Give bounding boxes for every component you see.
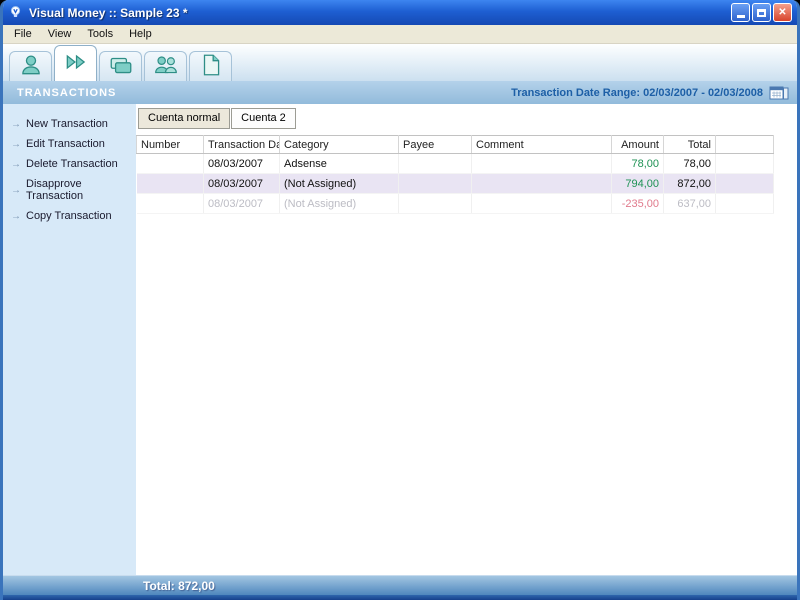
window-controls: ✕ bbox=[731, 3, 792, 22]
toolbar-reports-button[interactable] bbox=[189, 51, 232, 81]
sidebar-item-label: Disapprove Transaction bbox=[26, 178, 84, 202]
menu-file[interactable]: File bbox=[6, 26, 40, 42]
sidebar-item-label: Copy Transaction bbox=[26, 210, 112, 222]
cell-category: (Not Assigned) bbox=[279, 193, 399, 214]
cell-comment bbox=[471, 153, 612, 174]
tab-cuenta-normal[interactable]: Cuenta normal bbox=[138, 108, 231, 129]
title-bar: Visual Money :: Sample 23 * ✕ bbox=[3, 0, 797, 25]
column-header-transaction-date[interactable]: Transaction Date bbox=[203, 135, 280, 154]
transactions-table: NumberTransaction DateCategoryPayeeComme… bbox=[136, 135, 774, 214]
cell-category: (Not Assigned) bbox=[279, 173, 399, 194]
app-window: Visual Money :: Sample 23 * ✕ File View To… bbox=[0, 0, 800, 600]
main-panel: Cuenta normal Cuenta 2 Number Transaction … bbox=[136, 104, 797, 575]
column-header-empty bbox=[715, 135, 774, 154]
arrow-bullet-icon: → bbox=[11, 158, 21, 170]
person-icon bbox=[18, 52, 44, 81]
cell-amount: 78,00 bbox=[611, 153, 664, 174]
sidebar-item-copy-transaction[interactable]: → Copy Transaction bbox=[3, 206, 136, 226]
menu-bar: File View Tools Help bbox=[3, 25, 797, 44]
arrow-bullet-icon: → bbox=[11, 118, 21, 130]
cell-total: 872,00 bbox=[663, 173, 716, 194]
section-header: TRANSACTIONS Transaction Date Range: 02/… bbox=[3, 81, 797, 104]
cell-number bbox=[136, 193, 204, 214]
transaction-row[interactable]: 08/03/2007 (Not Assigned) 794,00 872,00 bbox=[136, 173, 774, 194]
cell-total: 637,00 bbox=[663, 193, 716, 214]
transaction-row[interactable]: 08/03/2007 (Not Assigned) -235,00 637,00 bbox=[136, 193, 774, 214]
arrow-bullet-icon: → bbox=[11, 138, 21, 150]
toolbar-transactions-button[interactable] bbox=[54, 45, 97, 81]
sidebar-item-delete-transaction[interactable]: → Delete Transaction bbox=[3, 154, 136, 174]
window-bottom-edge bbox=[3, 595, 797, 600]
report-icon bbox=[198, 52, 224, 81]
toolbar-accounts-button[interactable] bbox=[9, 51, 52, 81]
tab-cuenta-2[interactable]: Cuenta 2 bbox=[231, 108, 296, 129]
column-header-comment[interactable]: Comment bbox=[471, 135, 612, 154]
menu-tools[interactable]: Tools bbox=[79, 26, 121, 42]
page-title: TRANSACTIONS bbox=[17, 86, 117, 99]
menu-view[interactable]: View bbox=[40, 26, 80, 42]
toolbar-credit-cards-button[interactable] bbox=[99, 51, 142, 81]
account-tabs: Cuenta normal Cuenta 2 bbox=[136, 104, 797, 129]
cell-category: Adsense bbox=[279, 153, 399, 174]
minimize-button[interactable] bbox=[731, 3, 750, 22]
calendar-icon[interactable] bbox=[769, 85, 789, 101]
cell-payee bbox=[398, 153, 472, 174]
cell-empty bbox=[715, 193, 774, 214]
column-header-category[interactable]: Category bbox=[279, 135, 399, 154]
cell-empty bbox=[715, 153, 774, 174]
cell-total: 78,00 bbox=[663, 153, 716, 174]
toolbar-payees-button[interactable] bbox=[144, 51, 187, 81]
transaction-row[interactable]: 08/03/2007 Adsense 78,00 78,00 bbox=[136, 153, 774, 174]
cell-payee bbox=[398, 193, 472, 214]
arrow-bullet-icon: → bbox=[11, 184, 21, 196]
column-header-amount[interactable]: Amount bbox=[611, 135, 664, 154]
cell-number bbox=[136, 173, 204, 194]
cell-number bbox=[136, 153, 204, 174]
cell-comment bbox=[471, 173, 612, 194]
cell-amount: 794,00 bbox=[611, 173, 664, 194]
double-arrow-icon bbox=[63, 49, 89, 78]
cell-amount: -235,00 bbox=[611, 193, 664, 214]
sidebar-item-label: Delete Transaction bbox=[26, 158, 118, 170]
cell-empty bbox=[715, 173, 774, 194]
transactions-table-wrap: NumberTransaction DateCategoryPayeeComme… bbox=[136, 129, 797, 214]
window-title: Visual Money :: Sample 23 * bbox=[29, 5, 188, 20]
cell-date: 08/03/2007 bbox=[203, 173, 280, 194]
sidebar-item-label: Edit Transaction bbox=[26, 138, 105, 150]
maximize-button[interactable] bbox=[752, 3, 771, 22]
toolbar bbox=[3, 44, 797, 81]
status-bar: Total: 872,00 bbox=[3, 575, 797, 595]
sidebar-item-edit-transaction[interactable]: → Edit Transaction bbox=[3, 134, 136, 154]
card-icon bbox=[108, 52, 134, 81]
maximize-icon bbox=[757, 8, 766, 17]
sidebar-item-disapprove-transaction[interactable]: → Disapprove Transaction bbox=[3, 174, 136, 206]
date-range-label: Transaction Date Range: 02/03/2007 - 02/… bbox=[511, 86, 763, 99]
sidebar-item-label: New Transaction bbox=[26, 118, 108, 130]
arrow-bullet-icon: → bbox=[11, 210, 21, 222]
sidebar: → New Transaction → Edit Transaction → Delete… bbox=[3, 104, 136, 575]
close-icon: ✕ bbox=[778, 7, 787, 18]
column-header-total[interactable]: Total bbox=[663, 135, 716, 154]
sidebar-item-new-transaction[interactable]: → New Transaction bbox=[3, 114, 136, 134]
column-header-payee[interactable]: Payee bbox=[398, 135, 472, 154]
cell-date: 08/03/2007 bbox=[203, 193, 280, 214]
total-label: Total: 872,00 bbox=[143, 578, 215, 593]
cell-date: 08/03/2007 bbox=[203, 153, 280, 174]
minimize-icon bbox=[736, 15, 745, 18]
cell-comment bbox=[471, 193, 612, 214]
cell-payee bbox=[398, 173, 472, 194]
close-button[interactable]: ✕ bbox=[773, 3, 792, 22]
people-icon bbox=[153, 52, 179, 81]
table-header-row: NumberTransaction DateCategoryPayeeComme… bbox=[136, 135, 774, 154]
menu-help[interactable]: Help bbox=[121, 26, 160, 42]
content-area: → New Transaction → Edit Transaction → Delete… bbox=[3, 104, 797, 575]
date-range: Transaction Date Range: 02/03/2007 - 02/… bbox=[511, 85, 789, 101]
app-icon bbox=[8, 5, 24, 21]
column-header-number[interactable]: Number bbox=[136, 135, 204, 154]
